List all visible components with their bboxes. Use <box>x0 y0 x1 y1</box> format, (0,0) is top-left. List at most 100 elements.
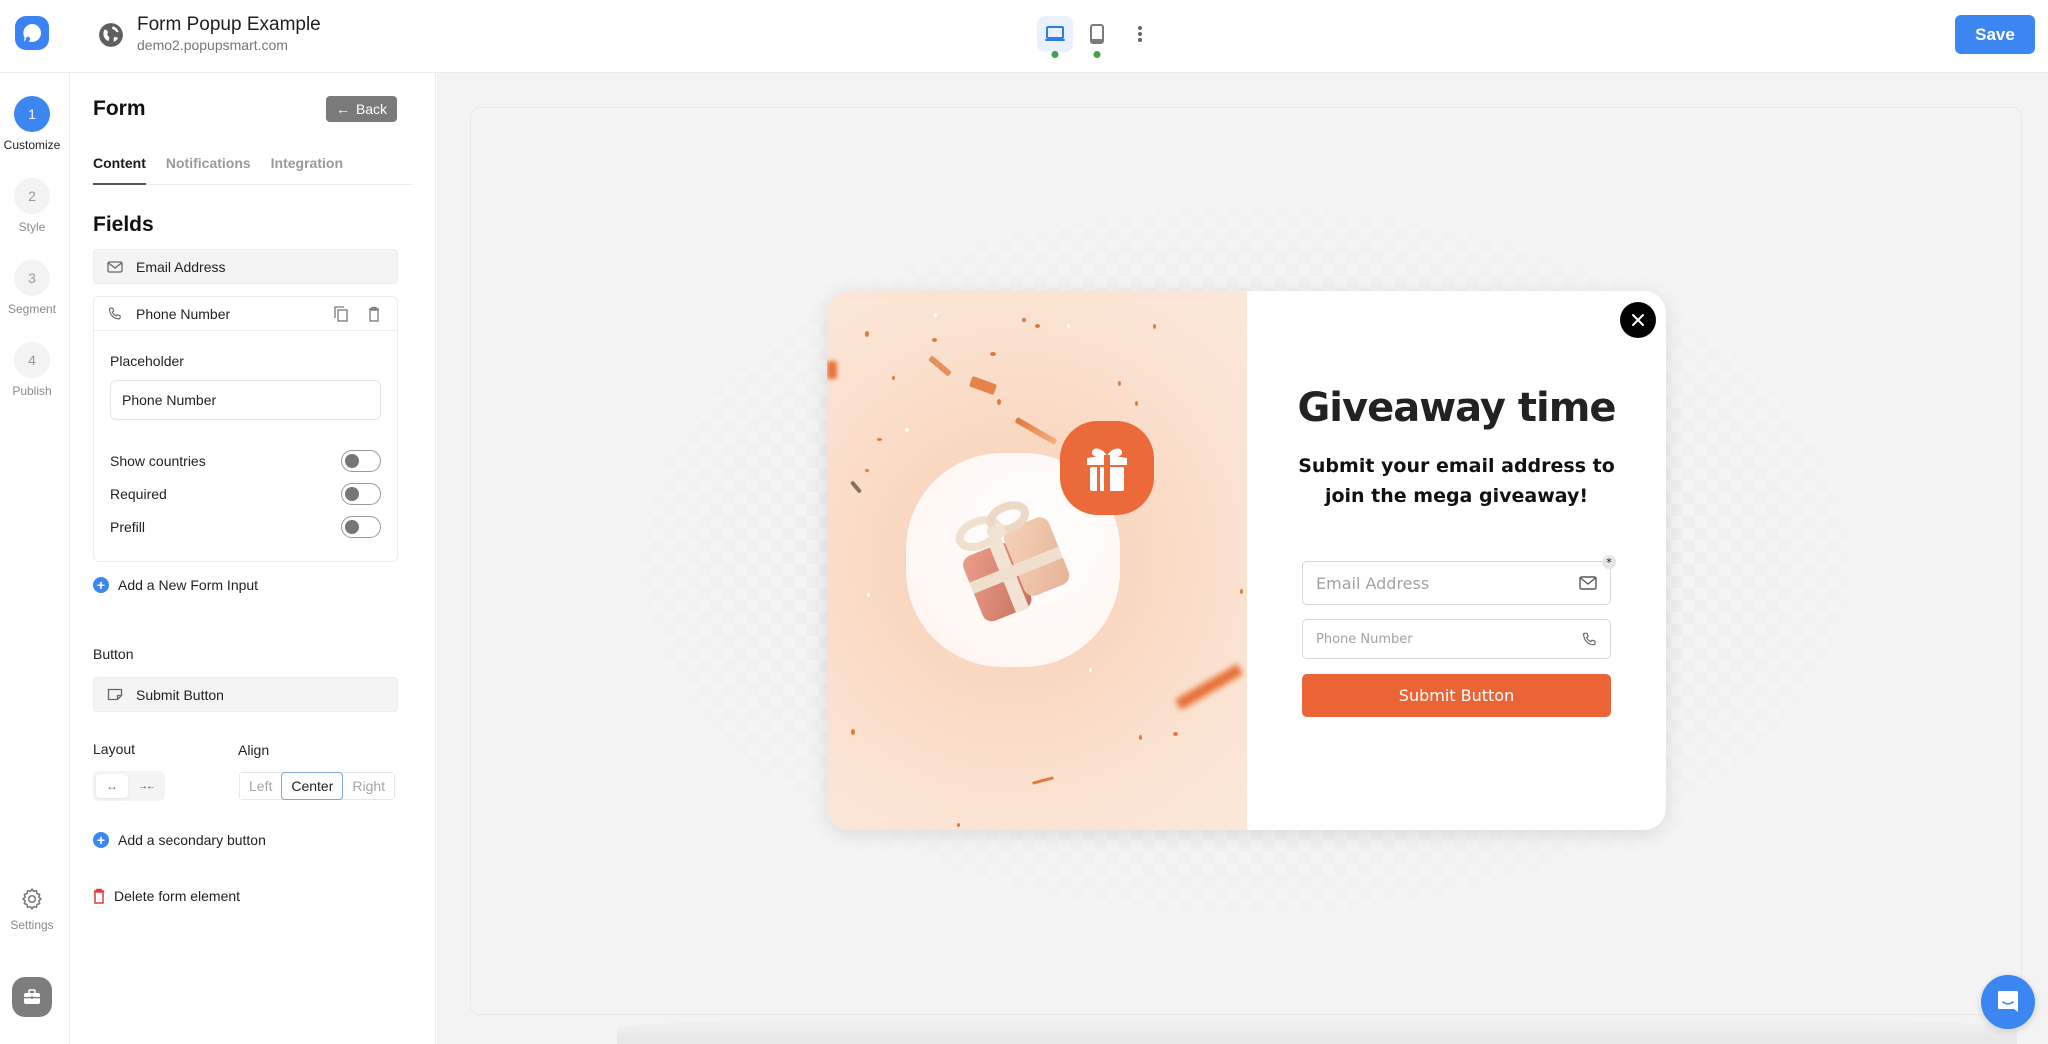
toggle-label: Required <box>110 486 167 502</box>
layout-label: Layout <box>93 741 136 757</box>
confetti-strip <box>1174 663 1244 711</box>
toggle-row-required: Required <box>110 482 381 506</box>
confetti-piece <box>1139 735 1142 740</box>
step-label: Publish <box>12 384 52 398</box>
phone-device-icon <box>1090 24 1104 44</box>
desktop-view-button[interactable] <box>1037 16 1073 58</box>
fields-title: Fields <box>93 213 154 236</box>
placeholder-label: Placeholder <box>110 353 184 369</box>
confetti-piece <box>1118 381 1121 386</box>
arrows-horizontal-icon: ↔ <box>106 779 118 793</box>
confetti-strip <box>968 375 998 396</box>
layout-selector: ↔ →← <box>93 771 165 801</box>
confetti-piece <box>1135 401 1138 406</box>
top-bar: Form Popup Example demo2.popupsmart.com … <box>0 0 2048 73</box>
delete-form-element-button[interactable]: Delete form element <box>93 888 240 904</box>
popup-email-input[interactable]: Email Address * <box>1302 555 1616 605</box>
canvas-shadow <box>617 1014 2017 1044</box>
duplicate-icon[interactable] <box>331 304 350 323</box>
desktop-status-dot <box>1051 51 1059 58</box>
back-label: Back <box>355 101 388 117</box>
app-logo[interactable] <box>15 16 49 50</box>
prefill-toggle[interactable] <box>341 516 381 538</box>
toolkit-button[interactable] <box>12 977 52 1017</box>
add-form-input-button[interactable]: + Add a New Form Input <box>93 577 258 593</box>
align-right-option[interactable]: Right <box>343 773 395 799</box>
field-item-email[interactable]: Email Address <box>93 249 398 284</box>
toggle-label: Prefill <box>110 519 146 535</box>
layout-auto-width-option[interactable]: →← <box>130 774 162 798</box>
add-input-label: Add a New Form Input <box>118 577 259 593</box>
layout-full-width-option[interactable]: ↔ <box>96 774 128 798</box>
confetti-piece <box>1035 324 1040 328</box>
confetti-piece <box>867 593 870 597</box>
site-title: Form Popup Example <box>137 14 321 35</box>
button-section-label: Button <box>93 646 134 662</box>
field-label: Phone Number <box>136 305 231 322</box>
form-settings-panel: Form ← Back Content Notifications Integr… <box>71 73 436 1044</box>
phone-icon <box>1583 632 1596 645</box>
placeholder-input[interactable] <box>110 380 381 420</box>
mobile-view-button[interactable] <box>1079 16 1115 58</box>
step-customize[interactable]: 1 Customize <box>0 96 64 152</box>
step-style[interactable]: 2 Style <box>0 178 64 234</box>
add-secondary-button[interactable]: + Add a secondary button <box>93 832 266 848</box>
toggle-row-show-countries: Show countries <box>110 449 381 473</box>
step-publish[interactable]: 4 Publish <box>0 342 64 398</box>
button-item-submit[interactable]: Submit Button <box>93 677 398 712</box>
tab-integration[interactable]: Integration <box>271 153 343 185</box>
tab-notifications[interactable]: Notifications <box>166 153 251 185</box>
trash-icon[interactable] <box>364 304 383 323</box>
more-options-button[interactable] <box>1125 16 1155 52</box>
briefcase-icon <box>24 989 40 1004</box>
plus-circle-icon: + <box>93 577 109 593</box>
confetti-piece <box>865 469 869 472</box>
chat-icon <box>1998 991 2018 1012</box>
confetti-strip <box>827 361 837 379</box>
popup-image-panel <box>827 291 1247 830</box>
popup-close-button[interactable] <box>1620 302 1656 338</box>
save-button[interactable]: Save <box>1955 15 2035 54</box>
confetti-piece <box>1173 732 1178 736</box>
step-label: Segment <box>7 302 57 316</box>
step-number: 3 <box>14 260 50 296</box>
back-button[interactable]: ← Back <box>326 96 397 122</box>
confetti-strip <box>1031 776 1055 785</box>
more-vertical-icon <box>1138 26 1142 42</box>
button-item-label: Submit Button <box>136 686 224 703</box>
delete-label: Delete form element <box>114 888 241 904</box>
confetti-piece <box>892 376 895 380</box>
step-label: Style <box>18 220 46 234</box>
confetti-piece <box>1067 324 1070 328</box>
confetti-piece <box>1089 668 1092 672</box>
settings-label: Settings <box>10 918 54 932</box>
panel-title: Form <box>93 97 146 120</box>
confetti-piece <box>1022 318 1026 322</box>
add-secondary-label: Add a secondary button <box>118 832 266 848</box>
popup-submit-button[interactable]: Submit Button <box>1302 674 1611 717</box>
phone-field-header[interactable]: Phone Number <box>94 297 397 331</box>
confetti-piece <box>990 352 996 356</box>
show-countries-toggle[interactable] <box>341 450 381 472</box>
toggle-row-prefill: Prefill <box>110 515 381 539</box>
chat-launcher-button[interactable] <box>1981 975 2035 1029</box>
mail-icon <box>106 258 124 276</box>
confetti-piece <box>1153 324 1156 329</box>
step-segment[interactable]: 3 Segment <box>0 260 64 316</box>
align-center-option[interactable]: Center <box>281 772 344 800</box>
confetti-piece <box>865 331 869 337</box>
required-toggle[interactable] <box>341 483 381 505</box>
arrows-inward-icon: →← <box>138 780 156 792</box>
plus-circle-icon: + <box>93 832 109 848</box>
phone-placeholder: Phone Number <box>1316 631 1413 647</box>
required-indicator: * <box>1602 555 1616 569</box>
confetti-strip <box>928 355 952 377</box>
tab-content[interactable]: Content <box>93 153 146 185</box>
field-label: Email Address <box>136 258 226 275</box>
gift-badge <box>1060 421 1154 515</box>
confetti-piece <box>905 428 909 432</box>
settings-button[interactable]: Settings <box>0 887 64 932</box>
device-switcher <box>1037 16 1155 58</box>
popup-phone-input[interactable]: Phone Number <box>1302 619 1611 659</box>
align-left-option[interactable]: Left <box>240 773 282 799</box>
